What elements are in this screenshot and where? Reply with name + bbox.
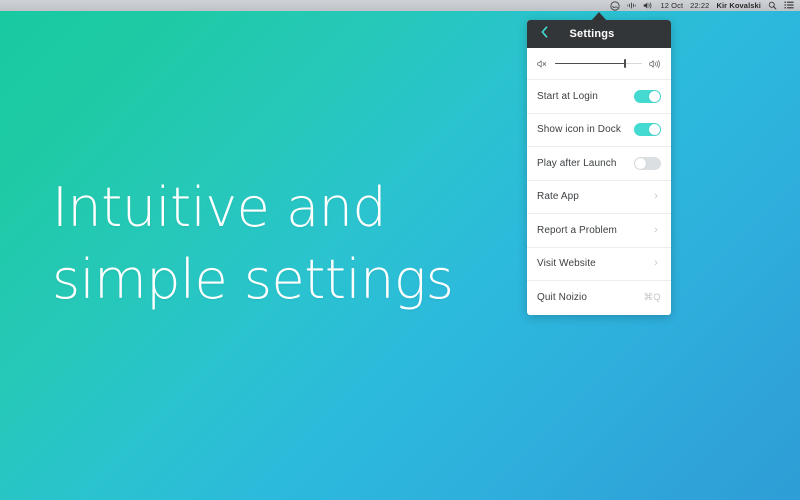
chevron-right-icon: ›	[654, 257, 658, 270]
quit-shortcut-label: ⌘Q	[643, 292, 661, 304]
chevron-right-icon: ›	[654, 190, 658, 203]
headline-line-1: Intuitive and	[52, 176, 387, 239]
airplay-icon[interactable]	[627, 0, 637, 11]
start-at-login-toggle[interactable]	[634, 89, 661, 103]
play-after-launch-toggle[interactable]	[634, 156, 661, 170]
headline-line-2: simple settings	[52, 248, 454, 311]
volume-up-icon[interactable]	[649, 59, 661, 69]
volume-mute-icon[interactable]	[537, 59, 548, 69]
volume-slider-fill	[555, 62, 625, 65]
back-button[interactable]	[535, 20, 553, 48]
popover-header: Settings	[527, 20, 671, 48]
toggle-knob	[635, 157, 646, 169]
noizio-status-icon[interactable]	[610, 0, 621, 11]
menu-item-report-a-problem[interactable]: Report a Problem ›	[527, 214, 671, 248]
menu-bar: 12 Oct 22:22 Kir Kovalski	[0, 0, 800, 11]
setting-label: Show icon in Dock	[537, 124, 621, 136]
search-icon[interactable]	[768, 0, 777, 11]
menu-item-label: Rate App	[537, 191, 579, 203]
volume-slider-handle[interactable]	[623, 59, 626, 68]
menubar-time[interactable]: 22:22	[690, 0, 709, 11]
volume-row	[527, 48, 671, 80]
chevron-left-icon	[540, 25, 548, 43]
menu-item-quit-noizio[interactable]: Quit Noizio ⌘Q	[527, 281, 671, 315]
menu-item-label: Visit Website	[537, 258, 596, 270]
setting-row-show-icon-in-dock[interactable]: Show icon in Dock	[527, 114, 671, 147]
volume-slider[interactable]	[555, 58, 642, 70]
menu-item-rate-app[interactable]: Rate App ›	[527, 181, 671, 214]
toggle-knob	[649, 90, 660, 102]
setting-row-start-at-login[interactable]: Start at Login	[527, 80, 671, 114]
settings-popover: Settings Start at Login Show icon in Doc…	[527, 20, 671, 315]
notification-center-icon[interactable]	[784, 0, 794, 11]
menubar-user[interactable]: Kir Kovalski	[716, 0, 761, 11]
desktop-background: 12 Oct 22:22 Kir Kovalski Intuitive and …	[0, 0, 800, 500]
menu-item-label: Quit Noizio	[537, 292, 588, 304]
setting-row-play-after-launch[interactable]: Play after Launch	[527, 147, 671, 181]
setting-label: Start at Login	[537, 90, 598, 102]
chevron-right-icon: ›	[654, 223, 658, 236]
show-icon-in-dock-toggle[interactable]	[634, 123, 661, 137]
volume-icon[interactable]	[643, 0, 653, 11]
menu-item-visit-website[interactable]: Visit Website ›	[527, 248, 671, 281]
setting-label: Play after Launch	[537, 157, 617, 169]
toggle-knob	[649, 124, 660, 136]
marketing-headline: Intuitive and simple settings	[52, 172, 454, 316]
menubar-date[interactable]: 12 Oct	[660, 0, 683, 11]
menu-item-label: Report a Problem	[537, 224, 617, 236]
